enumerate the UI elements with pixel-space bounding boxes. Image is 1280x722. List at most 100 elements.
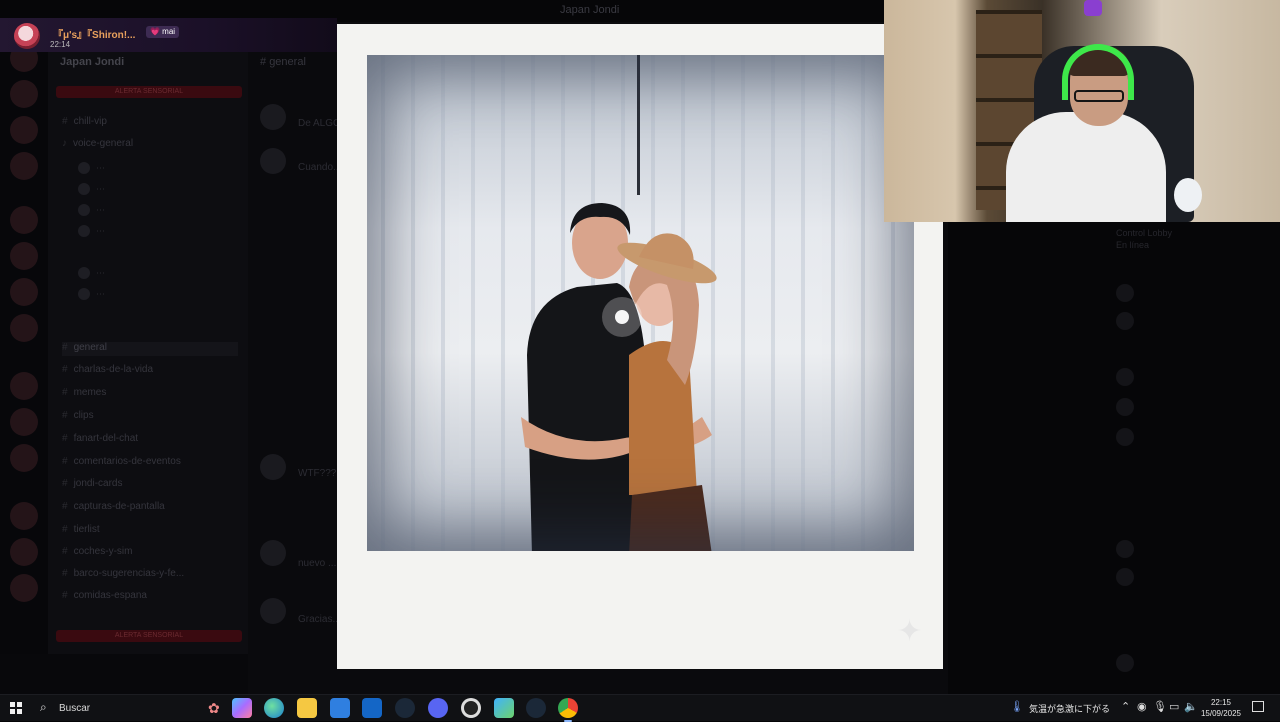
copilot-icon[interactable]: [232, 698, 252, 718]
voice-member[interactable]: ···: [78, 204, 105, 218]
channel-item[interactable]: # comidas-espana: [62, 590, 147, 604]
server-icon[interactable]: [10, 538, 38, 566]
server-icon[interactable]: [10, 444, 38, 472]
member-panel: Control Lobby En línea: [948, 222, 1280, 694]
server-icon[interactable]: [10, 502, 38, 530]
weather-icon[interactable]: 🌡: [1010, 700, 1024, 713]
chevron-up-icon[interactable]: ⌃: [1121, 700, 1130, 713]
channel-item[interactable]: # fanart-del-chat: [62, 433, 138, 447]
camera-icon[interactable]: ◉: [1137, 700, 1147, 713]
channel-label: chill-vip: [73, 116, 107, 127]
message-avatar[interactable]: [260, 104, 286, 130]
system-clock[interactable]: 22:15 15/09/2025: [1200, 697, 1242, 719]
message-avatar[interactable]: [260, 148, 286, 174]
channel-item[interactable]: ♪ voice-general: [62, 138, 133, 152]
channel-label: memes: [73, 387, 107, 398]
photo-vignette: [367, 55, 914, 551]
window-title: Japan Jondi: [560, 4, 620, 16]
channel-item[interactable]: # memes: [62, 387, 106, 401]
chat-header: # general: [260, 56, 306, 68]
channel-label: comentarios-de-eventos: [73, 456, 181, 467]
stream-notification[interactable]: 『μ's』『Shiron!... 💗 mai 22:14: [0, 18, 337, 52]
sparkle-icon: ✦: [897, 615, 923, 648]
webcam-overlay: [884, 0, 1280, 222]
channel-item[interactable]: # general: [62, 342, 238, 356]
server-icon[interactable]: [10, 206, 38, 234]
microphone-icon[interactable]: 🎙: [1153, 700, 1167, 713]
message-avatar[interactable]: [260, 454, 286, 480]
alert-banner: ALERTA SENSORIAL: [56, 86, 242, 98]
member-avatar[interactable]: [1116, 284, 1134, 302]
member-avatar[interactable]: [1116, 428, 1134, 446]
polaroid-photo: [367, 55, 914, 551]
search-icon: ⌕: [40, 700, 47, 714]
steam-icon[interactable]: [395, 698, 415, 718]
panel-title: Control Lobby: [1116, 228, 1173, 238]
weather-text[interactable]: 気温が急激に下がる: [1029, 702, 1110, 715]
server-name[interactable]: Japan Jondi: [60, 56, 124, 68]
clock-date: 15/09/2025: [1200, 709, 1242, 718]
channel-item[interactable]: # comentarios-de-eventos: [62, 456, 181, 470]
server-icon[interactable]: [10, 314, 38, 342]
voice-member[interactable]: ···: [78, 183, 105, 197]
channel-item[interactable]: # jondi-cards: [62, 478, 122, 492]
channel-item[interactable]: # tierlist: [62, 524, 100, 538]
taskbar-search-box[interactable]: ⌕ Buscar ✿: [30, 697, 220, 719]
notification-center-icon[interactable]: [1252, 701, 1264, 712]
chrome-icon[interactable]: [558, 698, 578, 722]
discord-icon[interactable]: [428, 698, 448, 718]
edge-icon[interactable]: [264, 698, 284, 718]
voice-member[interactable]: ···: [78, 267, 105, 281]
channel-item[interactable]: # coches-y-sim: [62, 546, 132, 560]
server-icon[interactable]: [10, 116, 38, 144]
server-icon[interactable]: [10, 574, 38, 602]
channel-label: capturas-de-pantalla: [73, 501, 165, 512]
server-icon[interactable]: [10, 372, 38, 400]
member-avatar[interactable]: [1116, 312, 1134, 330]
channel-label: comidas-espana: [73, 590, 147, 601]
channel-label: charlas-de-la-vida: [73, 364, 154, 375]
message-avatar[interactable]: [260, 540, 286, 566]
channel-item[interactable]: # charlas-de-la-vida: [62, 364, 153, 378]
channel-panel: Japan Jondi ALERTA SENSORIAL # chill-vip …: [48, 48, 248, 694]
windows-start-button[interactable]: [6, 698, 26, 718]
gallery-icon[interactable]: [494, 698, 514, 718]
message-text: Cuando...: [298, 162, 342, 173]
voice-member[interactable]: ···: [78, 162, 105, 176]
server-icon[interactable]: [10, 408, 38, 436]
channel-item[interactable]: # clips: [62, 410, 94, 424]
polaroid-photo-viewer[interactable]: ✦: [337, 24, 943, 669]
channel-label: fanart-del-chat: [73, 433, 139, 444]
channel-label: voice-general: [73, 138, 134, 149]
channel-label: coches-y-sim: [73, 546, 133, 557]
search-highlight-icon: ✿: [208, 700, 220, 716]
server-icon[interactable]: [10, 278, 38, 306]
outlook-icon[interactable]: [362, 698, 382, 718]
member-avatar[interactable]: [1116, 540, 1134, 558]
steam-icon[interactable]: [526, 698, 546, 718]
channel-label: general: [73, 342, 107, 353]
streamer-avatar: [14, 23, 40, 49]
voice-member[interactable]: ···: [78, 288, 105, 302]
file-explorer-icon[interactable]: [297, 698, 317, 718]
streamer-badge: 💗 mai: [146, 26, 180, 38]
member-avatar[interactable]: [1116, 568, 1134, 586]
voice-member[interactable]: ···: [78, 225, 105, 239]
volume-icon[interactable]: 🔈: [1184, 700, 1198, 713]
store-icon[interactable]: [330, 698, 350, 718]
member-avatar[interactable]: [1116, 368, 1134, 386]
channel-item[interactable]: # capturas-de-pantalla: [62, 501, 165, 515]
server-icon[interactable]: [10, 152, 38, 180]
server-icon[interactable]: [10, 242, 38, 270]
member-avatar[interactable]: [1116, 654, 1134, 672]
channel-item[interactable]: # barco-sugerencias-y-fe...: [62, 568, 184, 582]
user-panel[interactable]: [0, 654, 248, 694]
member-avatar[interactable]: [1116, 398, 1134, 416]
obs-icon[interactable]: [461, 698, 481, 718]
message-avatar[interactable]: [260, 598, 286, 624]
network-icon[interactable]: ▭: [1169, 700, 1179, 713]
message-text: nuevo ...: [298, 558, 337, 569]
webcam-streamer-body: [1006, 112, 1166, 222]
server-icon[interactable]: [10, 80, 38, 108]
channel-item[interactable]: # chill-vip: [62, 116, 107, 130]
